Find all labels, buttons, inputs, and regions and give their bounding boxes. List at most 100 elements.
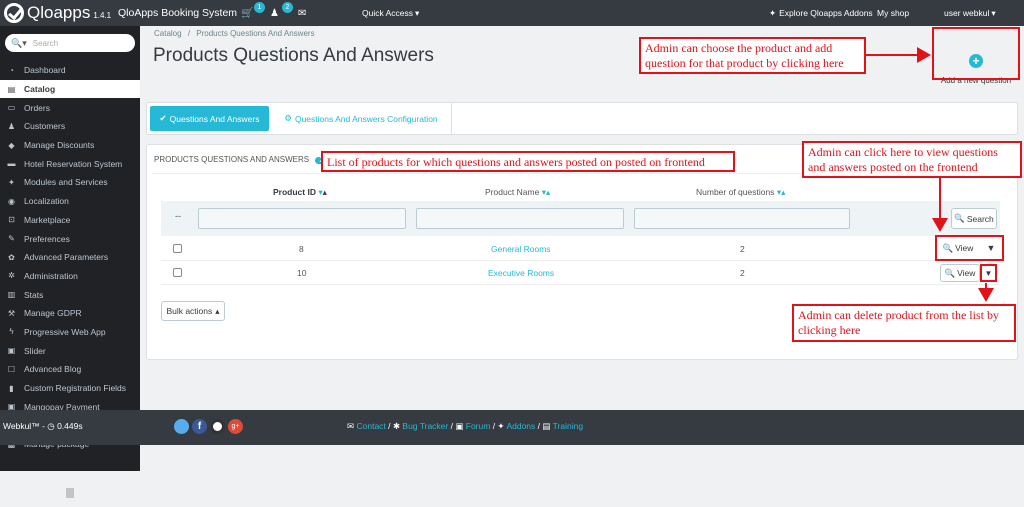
- quick-access-dropdown[interactable]: Quick Access ▾: [362, 0, 419, 26]
- caret-up-icon: ▴: [215, 305, 220, 316]
- sidebar-item-slider[interactable]: ▣ Slider: [0, 341, 140, 360]
- footer-brand: Webkul™ - ◷ 0.449s: [3, 421, 83, 431]
- cogs-icon: ✿: [8, 252, 15, 262]
- puzzle-icon: ✦: [8, 177, 15, 187]
- plus-circle-icon: +: [969, 53, 983, 68]
- tab-questions-answers[interactable]: ✔ Questions And Answers: [150, 106, 269, 131]
- footer-link-bug-tracker[interactable]: Bug Tracker: [402, 421, 448, 431]
- bulk-actions-button[interactable]: Bulk actions ▴: [161, 301, 225, 321]
- filter-product-name-input[interactable]: [416, 208, 624, 229]
- column-header-product-id[interactable]: Product ID ▾▴: [273, 187, 327, 198]
- wrench-icon: ✎: [8, 234, 15, 244]
- view-button[interactable]: 🔍 View: [939, 239, 977, 257]
- facebook-icon[interactable]: f: [192, 419, 207, 434]
- table-row: 8 General Rooms 2: [161, 237, 1000, 261]
- search-button[interactable]: 🔍 Search: [951, 208, 997, 229]
- twitter-icon[interactable]: [174, 419, 189, 434]
- sidebar-item-catalog[interactable]: ▤ Catalog: [0, 79, 140, 99]
- add-question-label: Add a new question: [940, 75, 1012, 85]
- row-product-id: 10: [297, 268, 307, 278]
- sidebar-item-modules-and-services[interactable]: ✦ Modules and Services: [0, 173, 140, 192]
- puzzle-icon: ✦: [497, 421, 505, 431]
- sidebar-item-label: Stats: [24, 289, 44, 300]
- filter-questions-input[interactable]: [634, 208, 850, 229]
- caret-down-icon: ▼: [984, 268, 993, 278]
- breadcrumb-root[interactable]: Catalog: [154, 29, 182, 38]
- row-checkbox[interactable]: [173, 244, 182, 253]
- user-notifications[interactable]: ♟ 2: [270, 0, 293, 26]
- breadcrumb: Catalog / Products Questions And Answers: [154, 29, 315, 38]
- row-product-name[interactable]: Executive Rooms: [488, 268, 554, 278]
- breadcrumb-current: Products Questions And Answers: [196, 29, 315, 38]
- column-header-product-name[interactable]: Product Name ▾▴: [485, 187, 550, 198]
- annotation-add-question: Admin can choose the product and add que…: [639, 37, 866, 74]
- sidebar-item-preferences[interactable]: ✎ Preferences: [0, 229, 140, 248]
- column-header-questions[interactable]: Number of questions ▾▴: [696, 187, 785, 198]
- sidebar-item-label: Hotel Reservation System: [24, 158, 123, 169]
- sidebar-item-orders[interactable]: ▭ Orders: [0, 98, 140, 117]
- sidebar-item-label: Modules and Services: [24, 177, 108, 188]
- bed-icon: ▬: [7, 159, 16, 169]
- my-shop-link[interactable]: My shop: [877, 0, 909, 26]
- sidebar-item-custom-registration-fields[interactable]: ▮ Custom Registration Fields: [0, 379, 140, 398]
- sidebar-item-hotel-reservation-system[interactable]: ▬ Hotel Reservation System: [0, 154, 140, 173]
- bookmark-icon: ☐: [7, 364, 16, 374]
- row-product-id: 8: [299, 244, 304, 254]
- messages-notifications[interactable]: ✉: [298, 0, 306, 26]
- column-header-label: Product Name: [485, 187, 540, 197]
- brand-logo[interactable]: Qloapps 1.4.1: [4, 0, 111, 26]
- row-question-count: 2: [740, 268, 745, 278]
- search-icon: 🔍▾: [11, 37, 27, 48]
- globe-icon: ◉: [8, 196, 15, 206]
- tab-configuration[interactable]: ⚙ Questions And Answers Configuration: [271, 103, 452, 134]
- sidebar-item-localization[interactable]: ◉ Localization: [0, 192, 140, 211]
- view-button[interactable]: 🔍 View: [940, 264, 980, 282]
- sidebar-item-label: Progressive Web App: [24, 326, 106, 337]
- sidebar-item-administration[interactable]: ✲ Administration: [0, 267, 140, 286]
- sidebar-item-label: Customers: [24, 121, 66, 132]
- app-name: QloApps Booking System: [118, 7, 238, 19]
- explore-addons-link[interactable]: ✦ Explore Qloapps Addons: [769, 0, 873, 26]
- tab-label: Questions And Answers Configuration: [294, 113, 438, 124]
- sidebar-item-advanced-parameters[interactable]: ✿ Advanced Parameters: [0, 248, 140, 267]
- bar-chart-icon: ▥: [7, 290, 16, 300]
- sidebar-item-label: Manage Discounts: [24, 140, 95, 151]
- row-question-count: 2: [740, 244, 745, 254]
- version-label: 1.4.1: [93, 11, 112, 20]
- filter-product-id-input[interactable]: [198, 208, 406, 229]
- sidebar-search[interactable]: 🔍▾ Search: [5, 34, 135, 52]
- add-question-button[interactable]: + Add a new question: [935, 34, 1017, 104]
- row-checkbox[interactable]: [173, 268, 182, 277]
- footer-link-forum[interactable]: Forum: [466, 421, 491, 431]
- cart-icon: 🛒: [241, 7, 254, 19]
- main-content: Catalog / Products Questions And Answers…: [140, 26, 1024, 471]
- github-icon[interactable]: [210, 419, 225, 434]
- row-actions-dropdown[interactable]: ▼: [982, 239, 1000, 257]
- check-circle-icon: ✔: [159, 113, 167, 123]
- sidebar-item-label: Orders: [24, 102, 50, 113]
- sidebar-item-dashboard[interactable]: ◔ Dashboard: [0, 61, 140, 80]
- row-product-name[interactable]: General Rooms: [491, 244, 551, 254]
- footer-link-contact[interactable]: Contact: [357, 421, 386, 431]
- column-header-label: Product ID: [273, 187, 316, 197]
- sidebar-item-manage-discounts[interactable]: ◆ Manage Discounts: [0, 136, 140, 155]
- sidebar-item-customers[interactable]: ♟ Customers: [0, 117, 140, 136]
- search-input[interactable]: Search: [33, 39, 58, 48]
- footer-link-training[interactable]: Training: [553, 421, 583, 431]
- sidebar-item-marketplace[interactable]: ⊡ Marketplace: [0, 211, 140, 230]
- book-icon: ▤: [542, 421, 551, 431]
- sidebar-item-label: Manage GDPR: [24, 308, 82, 319]
- sidebar-item-advanced-blog[interactable]: ☐ Advanced Blog: [0, 360, 140, 379]
- sidebar-item-progressive-web-app[interactable]: ϟ Progressive Web App: [0, 323, 140, 342]
- sidebar-item-label: Slider: [24, 345, 46, 356]
- row-actions-dropdown[interactable]: ▼: [980, 264, 997, 282]
- google-plus-icon[interactable]: g+: [228, 419, 243, 434]
- cart-notifications[interactable]: 🛒 1: [241, 0, 265, 26]
- puzzle-icon: ✦: [769, 7, 777, 18]
- sidebar-item-manage-gdpr[interactable]: ⚒ Manage GDPR: [0, 304, 140, 323]
- dashboard-icon: ◔: [9, 65, 14, 75]
- sidebar-item-stats[interactable]: ▥ Stats: [0, 285, 140, 304]
- list-heading-text: PRODUCTS QUESTIONS AND ANSWERS: [154, 155, 310, 164]
- user-menu[interactable]: user webkul ▾: [944, 0, 996, 26]
- footer-link-addons[interactable]: Addons: [506, 421, 535, 431]
